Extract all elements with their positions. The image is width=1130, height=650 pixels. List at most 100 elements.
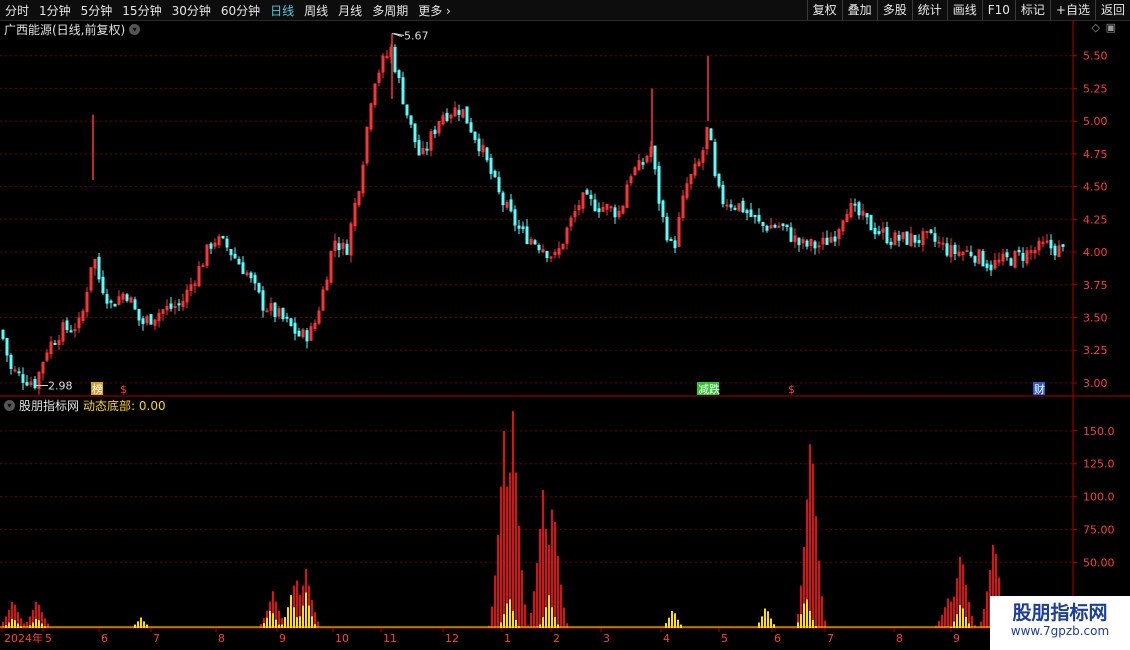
candle-body (229, 249, 233, 256)
price-tick-label: 5.00 (1083, 115, 1108, 128)
indicator-bar-red (815, 516, 817, 628)
indicator-bar-yellow (761, 616, 763, 628)
indicator-bar-yellow (548, 595, 550, 628)
candle-body (125, 294, 129, 301)
indicator-panel-title: ▾ 股朋指标网 动态底部: 0.00 (4, 397, 166, 414)
indicator-bar-yellow (290, 595, 292, 628)
candle-body (281, 307, 285, 320)
high-label: 5.67 (404, 29, 429, 42)
watermark-url: www.7gpzb.com (1010, 624, 1110, 638)
price-tick-label: 5.25 (1083, 82, 1108, 95)
stock-chart: 5.50 5.25 5.00 4.75 4.50 4.25 4.00 3.75 3.50 3.25… (0, 20, 1130, 650)
candle-body (953, 244, 957, 255)
month-label: 2 (553, 632, 560, 645)
indicator-bar-red (560, 584, 562, 628)
indicator-bar-red (812, 463, 814, 628)
window-icon[interactable]: ▣ (1106, 21, 1116, 34)
candle-body (265, 310, 269, 313)
candle-body (133, 299, 137, 310)
indicator-bar-yellow (671, 610, 673, 628)
candle-body (661, 200, 665, 218)
candle-body (657, 166, 661, 204)
candle-body (501, 192, 505, 206)
price-tick-label: 4.25 (1083, 213, 1108, 226)
candle-body (969, 251, 973, 257)
candle-body (777, 225, 781, 228)
candle-body (233, 253, 237, 259)
candle-body (733, 207, 737, 210)
indicator-bar-yellow (302, 605, 304, 628)
indicator-bar-yellow (674, 613, 676, 628)
candle-body (925, 230, 929, 233)
candle-body (17, 371, 21, 374)
indicator-axis: 150.0 125.0 100.0 75.00 50.00 (1073, 425, 1115, 569)
candle-body (781, 223, 785, 227)
indicator-bar-red (944, 607, 946, 628)
month-label: 9 (279, 632, 286, 645)
candle-body (785, 224, 789, 228)
indicator-bar-yellow (764, 608, 766, 628)
candle-body (149, 314, 153, 325)
candle-body (1049, 239, 1053, 249)
low-label: 2.98 (48, 380, 73, 393)
candle-body (989, 264, 993, 271)
candle-body (73, 329, 77, 332)
price-tick-label: 3.25 (1083, 344, 1108, 357)
indicator-bar-yellow (284, 617, 286, 628)
candle-body (717, 173, 721, 187)
indicator-bar-red (809, 444, 811, 628)
candle-body (665, 216, 669, 241)
indicator-bar-yellow (956, 614, 958, 628)
price-tick-label: 3.00 (1083, 377, 1108, 390)
indicator-bar-red (818, 560, 820, 628)
candle-body (109, 300, 113, 303)
month-label: 12 (445, 632, 459, 645)
candle-body (613, 207, 617, 218)
indicator-bar-red (518, 525, 520, 628)
candlestick-series (1, 33, 1065, 395)
candle-body (257, 282, 261, 293)
indicator-bar-yellow (296, 617, 298, 628)
candle-body (53, 342, 57, 345)
candle-body (965, 250, 969, 253)
candle-body (877, 231, 881, 234)
indicator-bar-red (515, 472, 517, 628)
indicator-bars (0, 411, 1073, 628)
candle-body (725, 204, 729, 207)
indicator-tick-label: 75.00 (1083, 523, 1115, 536)
candle-body (9, 354, 13, 369)
candle-body (833, 236, 837, 242)
candle-body (225, 238, 229, 248)
indicator-bar-red (983, 608, 985, 628)
candle-body (65, 320, 69, 331)
candle-body (753, 214, 757, 218)
diamond-icon[interactable]: ◇ (1092, 21, 1100, 34)
month-label: 7 (827, 632, 834, 645)
price-tick-label: 4.00 (1083, 246, 1108, 259)
candle-body (609, 206, 613, 209)
candle-body (933, 233, 937, 242)
date-axis: 2024年 5 6 7 8 9 10 11 12 1 2 3 4 5 6 7 8 9 (1, 628, 960, 645)
stock-title: 广西能源(日线,前复权) (4, 23, 126, 37)
chevron-down-icon[interactable]: ▾ (4, 400, 15, 411)
candle-body (1053, 245, 1057, 256)
indicator-bar-red (500, 486, 502, 628)
candle-body (201, 264, 205, 267)
indicator-bar-yellow (668, 617, 670, 628)
candle-body (857, 202, 861, 216)
chevron-down-icon[interactable]: ▾ (129, 24, 141, 35)
marker-label: 减跌 (698, 382, 720, 396)
marker-label: 财 (1034, 382, 1045, 396)
indicator-bar-red (491, 606, 493, 628)
indicator-grid (0, 430, 1073, 563)
month-label: 2024年 (4, 631, 43, 645)
indicator-bar-yellow (809, 610, 811, 628)
candle-body (825, 237, 829, 245)
candle-body (973, 255, 977, 263)
price-tick-label: 4.75 (1083, 148, 1108, 161)
candle-body (885, 227, 889, 244)
candle-body (597, 208, 601, 213)
candle-body (545, 251, 549, 258)
indicator-bar-yellow (806, 599, 808, 628)
candle-body (805, 240, 809, 247)
